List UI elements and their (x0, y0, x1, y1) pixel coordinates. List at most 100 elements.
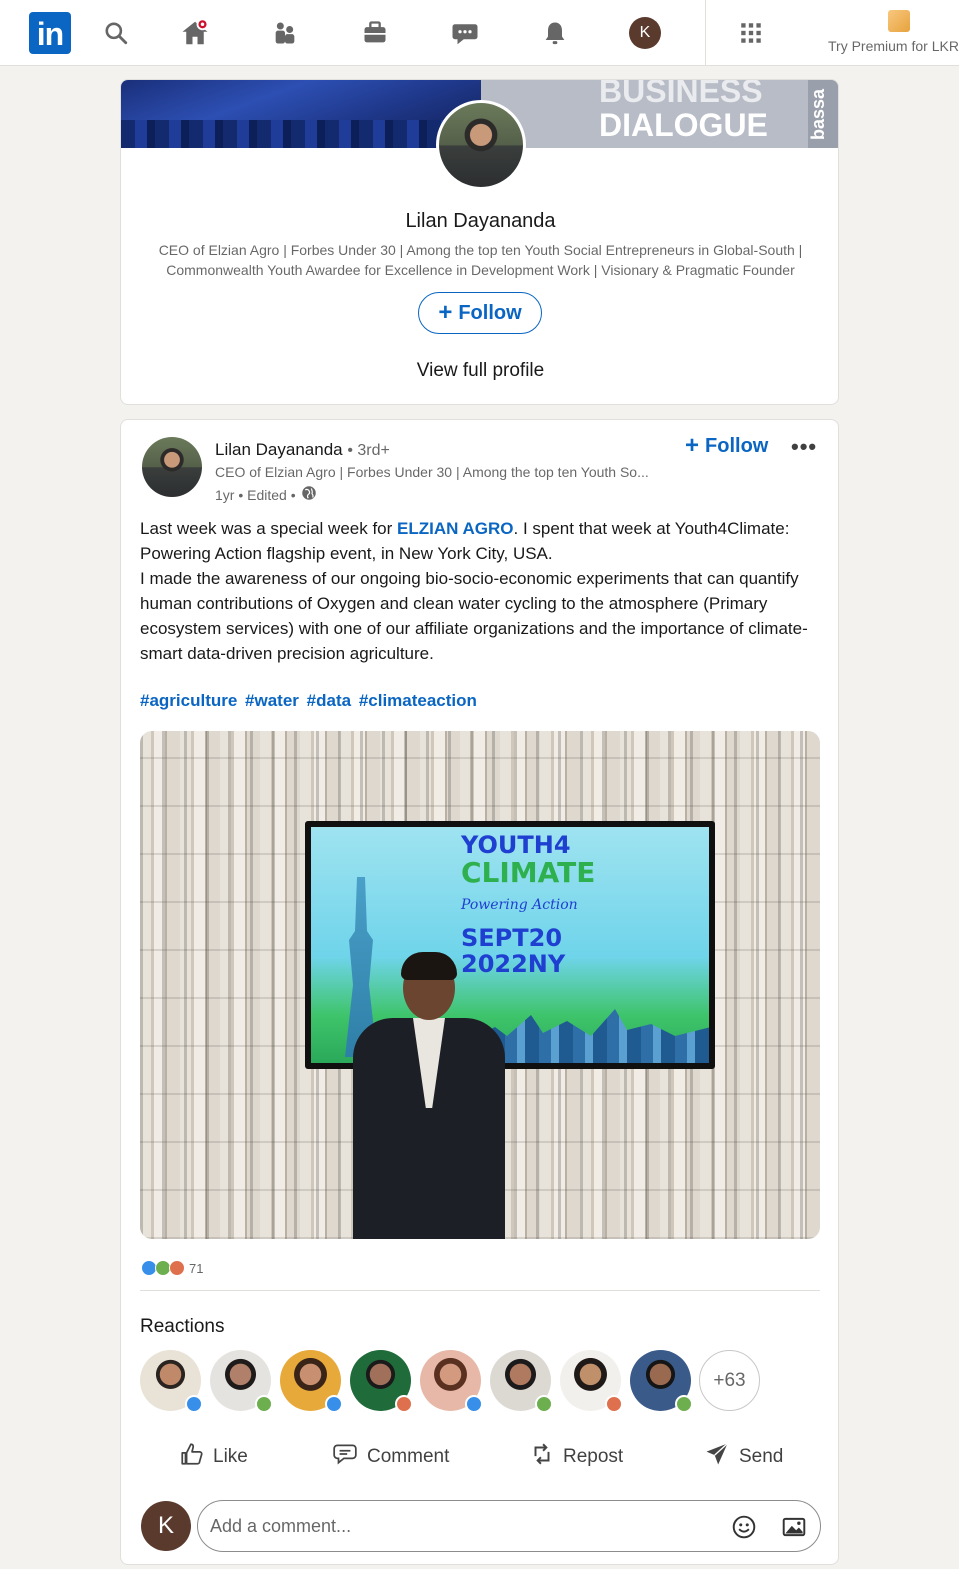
hashtag-link[interactable]: #water (245, 691, 299, 710)
reactor-avatar[interactable] (210, 1350, 273, 1413)
linkedin-logo[interactable]: in (29, 12, 71, 54)
hashtag-link[interactable]: #climateaction (359, 691, 477, 710)
love-badge-icon (395, 1395, 413, 1413)
premium-label: Try Premium for LKR (828, 38, 959, 54)
jobs-icon[interactable] (356, 14, 394, 52)
more-reactors-button[interactable]: +63 (699, 1350, 760, 1411)
post-image[interactable]: YOUTH4 CLIMATE Powering Action SEPT20 20… (140, 731, 820, 1239)
image-upload-icon[interactable] (781, 1514, 807, 1545)
banner-dialogue-panel: BUSINESS DIALOGUE bassa (481, 80, 838, 148)
post-meta: 1yr • Edited • (215, 484, 318, 505)
tv-title-line2: CLIMATE (461, 856, 596, 889)
comment-bubble-icon (331, 1441, 359, 1473)
reactor-avatar[interactable] (490, 1350, 553, 1413)
profile-headline: CEO of Elzian Agro | Forbes Under 30 | A… (158, 242, 803, 278)
like-label: Like (213, 1446, 248, 1467)
repost-arrows-icon (529, 1440, 555, 1474)
like-badge-icon (325, 1395, 343, 1413)
banner-text: BUSINESS DIALOGUE (599, 80, 768, 142)
try-premium-link[interactable]: Try Premium for LKR (828, 8, 959, 60)
view-full-profile-link[interactable]: View full profile (121, 360, 838, 382)
hashtags: #agriculture #water #data #climateaction (140, 691, 480, 711)
search-icon[interactable] (97, 14, 135, 52)
profile-name[interactable]: Lilan Dayananda (121, 210, 838, 233)
love-badge-icon (605, 1395, 623, 1413)
person-in-suit (353, 952, 513, 1239)
support-badge-icon (535, 1395, 553, 1413)
reactor-avatar[interactable] (630, 1350, 693, 1413)
reactor-avatar[interactable] (280, 1350, 343, 1413)
reactor-avatar[interactable] (560, 1350, 623, 1413)
nav-divider (705, 0, 706, 66)
reaction-count: 71 (189, 1260, 204, 1276)
support-badge-icon (675, 1395, 693, 1413)
post-follow-button[interactable]: + Follow (685, 434, 768, 458)
me-avatar[interactable]: K (629, 17, 661, 49)
post-timestamp: 1yr • Edited • (215, 486, 296, 503)
reactions-summary[interactable]: 71 (141, 1260, 203, 1276)
tv-title-line1: YOUTH4 (461, 831, 571, 859)
emoji-icon[interactable] (731, 1514, 757, 1545)
like-button[interactable]: Like (179, 1435, 248, 1479)
post-paragraph-1: Last week was a special week for ELZIAN … (140, 516, 824, 566)
globe-icon (300, 484, 318, 505)
banner-text-line1: BUSINESS (599, 80, 763, 109)
my-network-icon[interactable] (266, 14, 304, 52)
tv-subtitle: Powering Action (461, 897, 578, 913)
post-author-headline: CEO of Elzian Agro | Forbes Under 30 | A… (215, 464, 649, 480)
comment-input[interactable] (197, 1500, 821, 1552)
post-author-name[interactable]: Lilan Dayananda (215, 440, 343, 459)
apps-grid-icon[interactable] (732, 14, 770, 52)
send-label: Send (739, 1446, 784, 1467)
banner-crowd-detail (121, 120, 481, 148)
company-mention-link[interactable]: ELZIAN AGRO (397, 519, 513, 538)
comment-label: Comment (367, 1446, 450, 1467)
post-author-avatar[interactable] (142, 437, 202, 497)
follow-label: Follow (458, 301, 522, 324)
tv-date-line1: SEPT20 (461, 924, 563, 952)
thumbs-up-icon (179, 1441, 205, 1473)
top-navigation-bar: in K Try Premium for LKR (0, 0, 959, 66)
hashtag-link[interactable]: #agriculture (140, 691, 237, 710)
premium-icon (888, 10, 910, 32)
support-badge-icon (255, 1395, 273, 1413)
post-author-name-line: Lilan Dayananda • 3rd+ (215, 440, 390, 460)
hashtag-link[interactable]: #data (307, 691, 351, 710)
more-options-icon[interactable]: ••• (791, 434, 817, 460)
messaging-icon[interactable] (446, 14, 484, 52)
author-profile-card: BUSINESS DIALOGUE bassa Lilan Dayananda … (120, 79, 839, 405)
avatar-initial: K (157, 1512, 174, 1539)
post-text: Last week was a special week for ELZIAN … (140, 516, 824, 666)
reactor-avatar[interactable] (140, 1350, 203, 1413)
commenter-avatar[interactable]: K (141, 1501, 191, 1551)
body-prefix: Last week was a special week for (140, 519, 398, 538)
home-icon[interactable] (176, 14, 214, 52)
reactor-avatar[interactable] (420, 1350, 483, 1413)
post-action-bar: Like Comment Repost Send (121, 1435, 838, 1479)
banner-side-text: bassa (808, 80, 838, 148)
profile-follow-button[interactable]: + Follow (418, 292, 542, 334)
plus-icon: + (685, 432, 700, 459)
love-reaction-icon (169, 1260, 185, 1276)
reactor-avatar[interactable] (350, 1350, 413, 1413)
send-button[interactable]: Send (703, 1435, 783, 1479)
repost-button[interactable]: Repost (529, 1435, 623, 1479)
notifications-bell-icon[interactable] (536, 14, 574, 52)
banner-text-line2: DIALOGUE (599, 107, 768, 143)
avatar-initial: K (639, 24, 651, 41)
paper-plane-icon (703, 1440, 731, 1474)
post-paragraph-2: I made the awareness of our ongoing bio-… (140, 569, 808, 663)
reactions-title: Reactions (140, 1316, 225, 1337)
plus-icon: + (438, 299, 453, 326)
comment-composer: K (141, 1500, 821, 1552)
comment-button[interactable]: Comment (331, 1435, 449, 1479)
repost-label: Repost (563, 1446, 624, 1467)
person-hair (401, 952, 457, 980)
post-card: Lilan Dayananda • 3rd+ CEO of Elzian Agr… (120, 419, 839, 1565)
like-badge-icon (185, 1395, 203, 1413)
divider (140, 1290, 820, 1291)
like-badge-icon (465, 1395, 483, 1413)
connection-degree: • 3rd+ (347, 442, 390, 459)
profile-photo[interactable] (436, 100, 526, 190)
post-follow-label: Follow (705, 434, 769, 457)
